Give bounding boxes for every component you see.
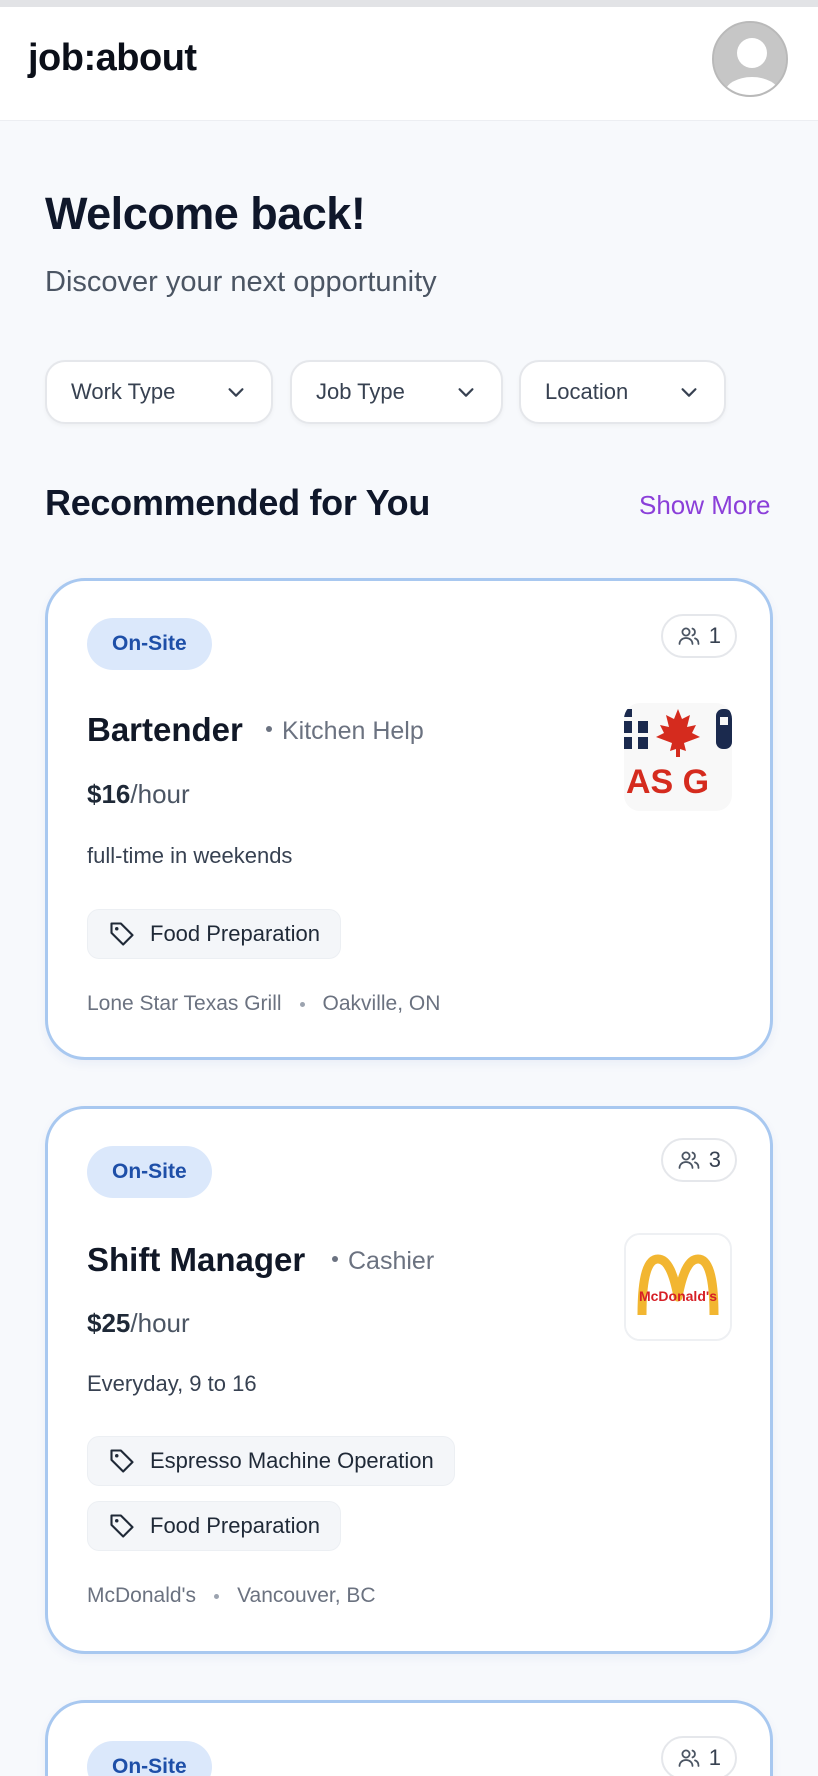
job-card[interactable]: On-Site 1 Bartender Kitchen Help $16/hou… [45,578,773,1060]
tag-icon [110,1449,134,1473]
separator-dot [299,1001,305,1007]
skill-tag: Espresso Machine Operation [87,1436,455,1486]
skill-tag-label: Food Preparation [150,921,320,946]
company-logo: McDonald's [624,1233,732,1341]
user-avatar[interactable] [712,21,788,97]
browser-top-bar [0,0,818,7]
job-meta: Lone Star Texas Grill Oakville, ON [87,992,440,1016]
pay-unit: /hour [130,1308,190,1338]
app-header: job:about [0,7,818,121]
chevron-down-icon [458,388,474,397]
job-card[interactable]: On-Site 3 Shift Manager Cashier $25/hour… [45,1106,773,1654]
skill-tag: Food Preparation [87,1501,341,1551]
company-name: McDonald's [87,1584,197,1607]
separator-dot [332,1256,338,1263]
job-schedule: Everyday, 9 to 16 [87,1371,257,1396]
separator-dot [214,1593,220,1599]
welcome-subtitle: Discover your next opportunity [45,266,437,298]
applicants-count: 3 [660,1138,737,1182]
job-schedule: full-time in weekends [87,843,293,868]
filter-job-type-label: Job Type [316,379,405,404]
job-category: Kitchen Help [266,717,424,746]
job-title: Shift Manager [87,1241,306,1278]
recommended-heading: Recommended for You [45,482,431,523]
maple-leaf-logo: AS G [624,703,732,811]
skill-tag-label: Food Preparation [150,1513,320,1538]
logo-text: McDonald's [639,1288,717,1304]
show-more-link[interactable]: Show More [639,490,771,521]
job-meta: McDonald's Vancouver, BC [87,1584,376,1608]
applicants-count: 1 [660,1736,737,1776]
applicants-number: 1 [708,623,721,648]
job-category-label: Kitchen Help [282,717,424,745]
skill-tag: Food Preparation [87,909,341,959]
chevron-down-icon [228,388,244,397]
tag-icon [110,922,134,946]
pay-unit: /hour [130,779,190,809]
job-card[interactable]: On-Site 1 [45,1700,773,1776]
pay-amount: $16 [87,779,131,809]
job-title: Bartender [87,711,243,748]
chevron-down-icon [681,388,697,397]
job-pay: $16/hour [87,779,190,810]
golden-arches-logo: McDonald's [626,1235,730,1339]
applicants-number: 1 [708,1745,721,1770]
job-category: Cashier [332,1247,434,1276]
applicants-number: 3 [708,1147,721,1172]
user-avatar-icon [714,23,786,95]
users-icon [678,1151,700,1169]
filter-work-type-label: Work Type [71,379,176,404]
skill-tag-label: Espresso Machine Operation [150,1448,434,1473]
filter-work-type[interactable]: Work Type [45,360,273,424]
applicants-count: 1 [660,614,737,658]
logo-text: AS G [626,763,709,801]
filter-location[interactable]: Location [519,360,726,424]
job-location: Oakville, ON [322,992,441,1015]
users-icon [678,627,700,645]
welcome-heading: Welcome back! [45,188,366,239]
users-icon [678,1749,700,1767]
separator-dot [266,726,272,733]
filter-job-type[interactable]: Job Type [290,360,503,424]
work-mode-badge: On-Site [87,1146,212,1198]
filter-location-label: Location [545,379,629,404]
app-logo[interactable]: job:about [28,37,197,80]
job-location: Vancouver, BC [237,1584,376,1607]
job-pay: $25/hour [87,1308,190,1339]
company-name: Lone Star Texas Grill [87,992,282,1015]
pay-amount: $25 [87,1308,131,1338]
tag-icon [110,1514,134,1538]
work-mode-badge: On-Site [87,1741,212,1776]
company-logo: AS G [624,703,732,811]
work-mode-badge: On-Site [87,618,212,670]
job-category-label: Cashier [348,1247,435,1275]
